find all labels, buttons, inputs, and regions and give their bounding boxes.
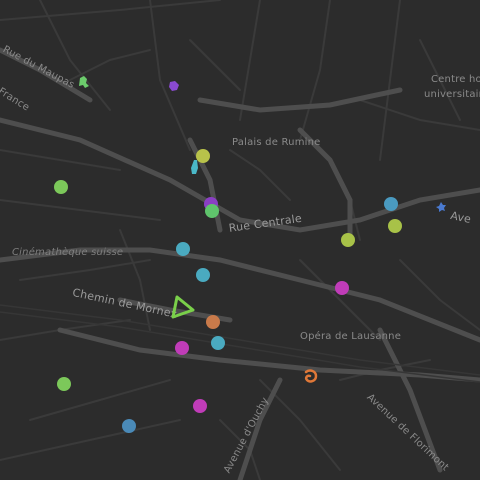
marker-green-3[interactable] [57,377,71,391]
green-triangle-icon[interactable] [171,295,195,319]
marker-green-2[interactable] [205,204,219,218]
marker-layer [54,76,446,433]
cyan-brush-icon[interactable] [191,160,198,174]
marker-magenta-2[interactable] [175,341,189,355]
marker-orange-1[interactable] [206,315,220,329]
marker-magenta-1[interactable] [335,281,349,295]
marker-yellow-3[interactable] [388,219,402,233]
marker-cyan-2[interactable] [196,268,210,282]
map-view[interactable]: Rue du Maupas France Palais de Rumine Ce… [0,0,480,480]
marker-yellow-2[interactable] [341,233,355,247]
green-blob-icon[interactable] [79,76,89,88]
orange-swirl-icon[interactable] [304,369,318,383]
blue-star-icon[interactable] [436,202,446,212]
marker-cyan-3[interactable] [211,336,225,350]
marker-yellow-1[interactable] [196,149,210,163]
marker-green-1[interactable] [54,180,68,194]
purple-blob-icon[interactable] [169,81,179,91]
marker-cyan-1[interactable] [176,242,190,256]
marker-blue-2[interactable] [122,419,136,433]
marker-blue-1[interactable] [384,197,398,211]
marker-magenta-3[interactable] [193,399,207,413]
